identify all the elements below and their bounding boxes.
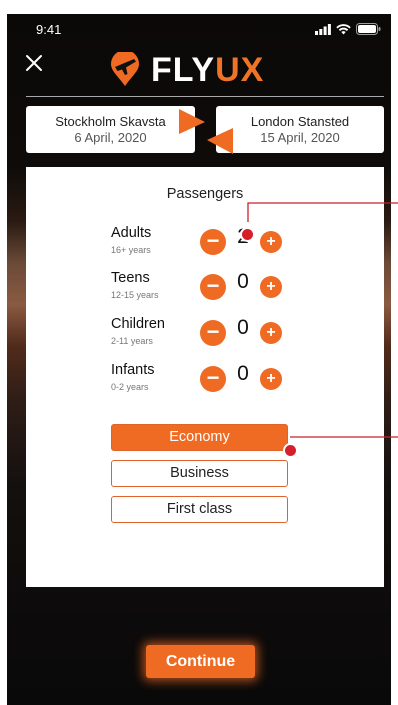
signal-icon <box>315 23 331 35</box>
teens-increment-button[interactable]: + <box>260 276 282 298</box>
class-business-button[interactable]: Business <box>111 460 288 487</box>
children-decrement-button[interactable]: − <box>200 320 226 346</box>
passenger-label: Teens <box>111 270 150 286</box>
passengers-title: Passengers <box>166 186 244 202</box>
children-increment-button[interactable]: + <box>260 322 282 344</box>
brand-logo: FLYUX <box>107 51 264 90</box>
status-icons <box>315 23 381 35</box>
teens-decrement-button[interactable]: − <box>200 274 226 300</box>
passenger-row-adults: Adults 16+ years − 2 + <box>111 225 311 261</box>
infants-increment-button[interactable]: + <box>260 368 282 390</box>
passenger-age: 12-15 years <box>111 290 159 300</box>
passenger-age: 2-11 years <box>111 336 153 346</box>
plane-pin-icon <box>111 52 139 86</box>
origin-city: Stockholm Skavsta <box>55 114 166 129</box>
destination-city: London Stansted <box>250 114 350 129</box>
infants-count: 0 <box>237 362 249 385</box>
passenger-label: Children <box>111 316 165 332</box>
passenger-row-infants: Infants 0-2 years − 0 + <box>111 362 311 398</box>
status-time: 9:41 <box>36 22 62 37</box>
brand-ux: UX <box>215 50 265 89</box>
header-divider <box>26 96 384 97</box>
passenger-label: Infants <box>111 362 155 378</box>
brand-fly: FLY <box>151 50 216 89</box>
destination-selector[interactable]: London Stansted 15 April, 2020 <box>216 106 384 153</box>
continue-button[interactable]: Continue <box>146 645 255 678</box>
passenger-row-children: Children 2-11 years − 0 + <box>111 316 311 352</box>
origin-date: 6 April, 2020 <box>74 130 147 145</box>
battery-icon <box>356 23 381 35</box>
wifi-icon <box>336 23 351 34</box>
status-bar: 9:41 <box>7 20 391 40</box>
swap-arrows-icon[interactable] <box>177 109 235 155</box>
booking-panel: Passengers Adults 16+ years − 2 + Teens … <box>26 167 384 587</box>
passenger-age: 0-2 years <box>111 382 149 392</box>
close-icon[interactable] <box>25 54 45 74</box>
annotation-marker <box>240 227 255 242</box>
origin-selector[interactable]: Stockholm Skavsta 6 April, 2020 <box>26 106 195 153</box>
teens-count: 0 <box>237 270 249 293</box>
annotation-marker <box>283 443 298 458</box>
passenger-row-teens: Teens 12-15 years − 0 + <box>111 270 311 306</box>
brand-name: FLYUX <box>151 51 264 90</box>
phone-screen: 9:41 FLYUX Stockholm Skavsta 6 April, 20… <box>7 14 391 705</box>
passenger-label: Adults <box>111 225 152 241</box>
adults-increment-button[interactable]: + <box>260 231 282 253</box>
adults-decrement-button[interactable]: − <box>200 229 226 255</box>
children-count: 0 <box>237 316 249 339</box>
destination-date: 15 April, 2020 <box>260 130 340 145</box>
class-first-button[interactable]: First class <box>111 496 288 523</box>
passenger-age: 16+ years <box>111 245 151 255</box>
class-economy-button[interactable]: Economy <box>111 424 288 451</box>
infants-decrement-button[interactable]: − <box>200 366 226 392</box>
